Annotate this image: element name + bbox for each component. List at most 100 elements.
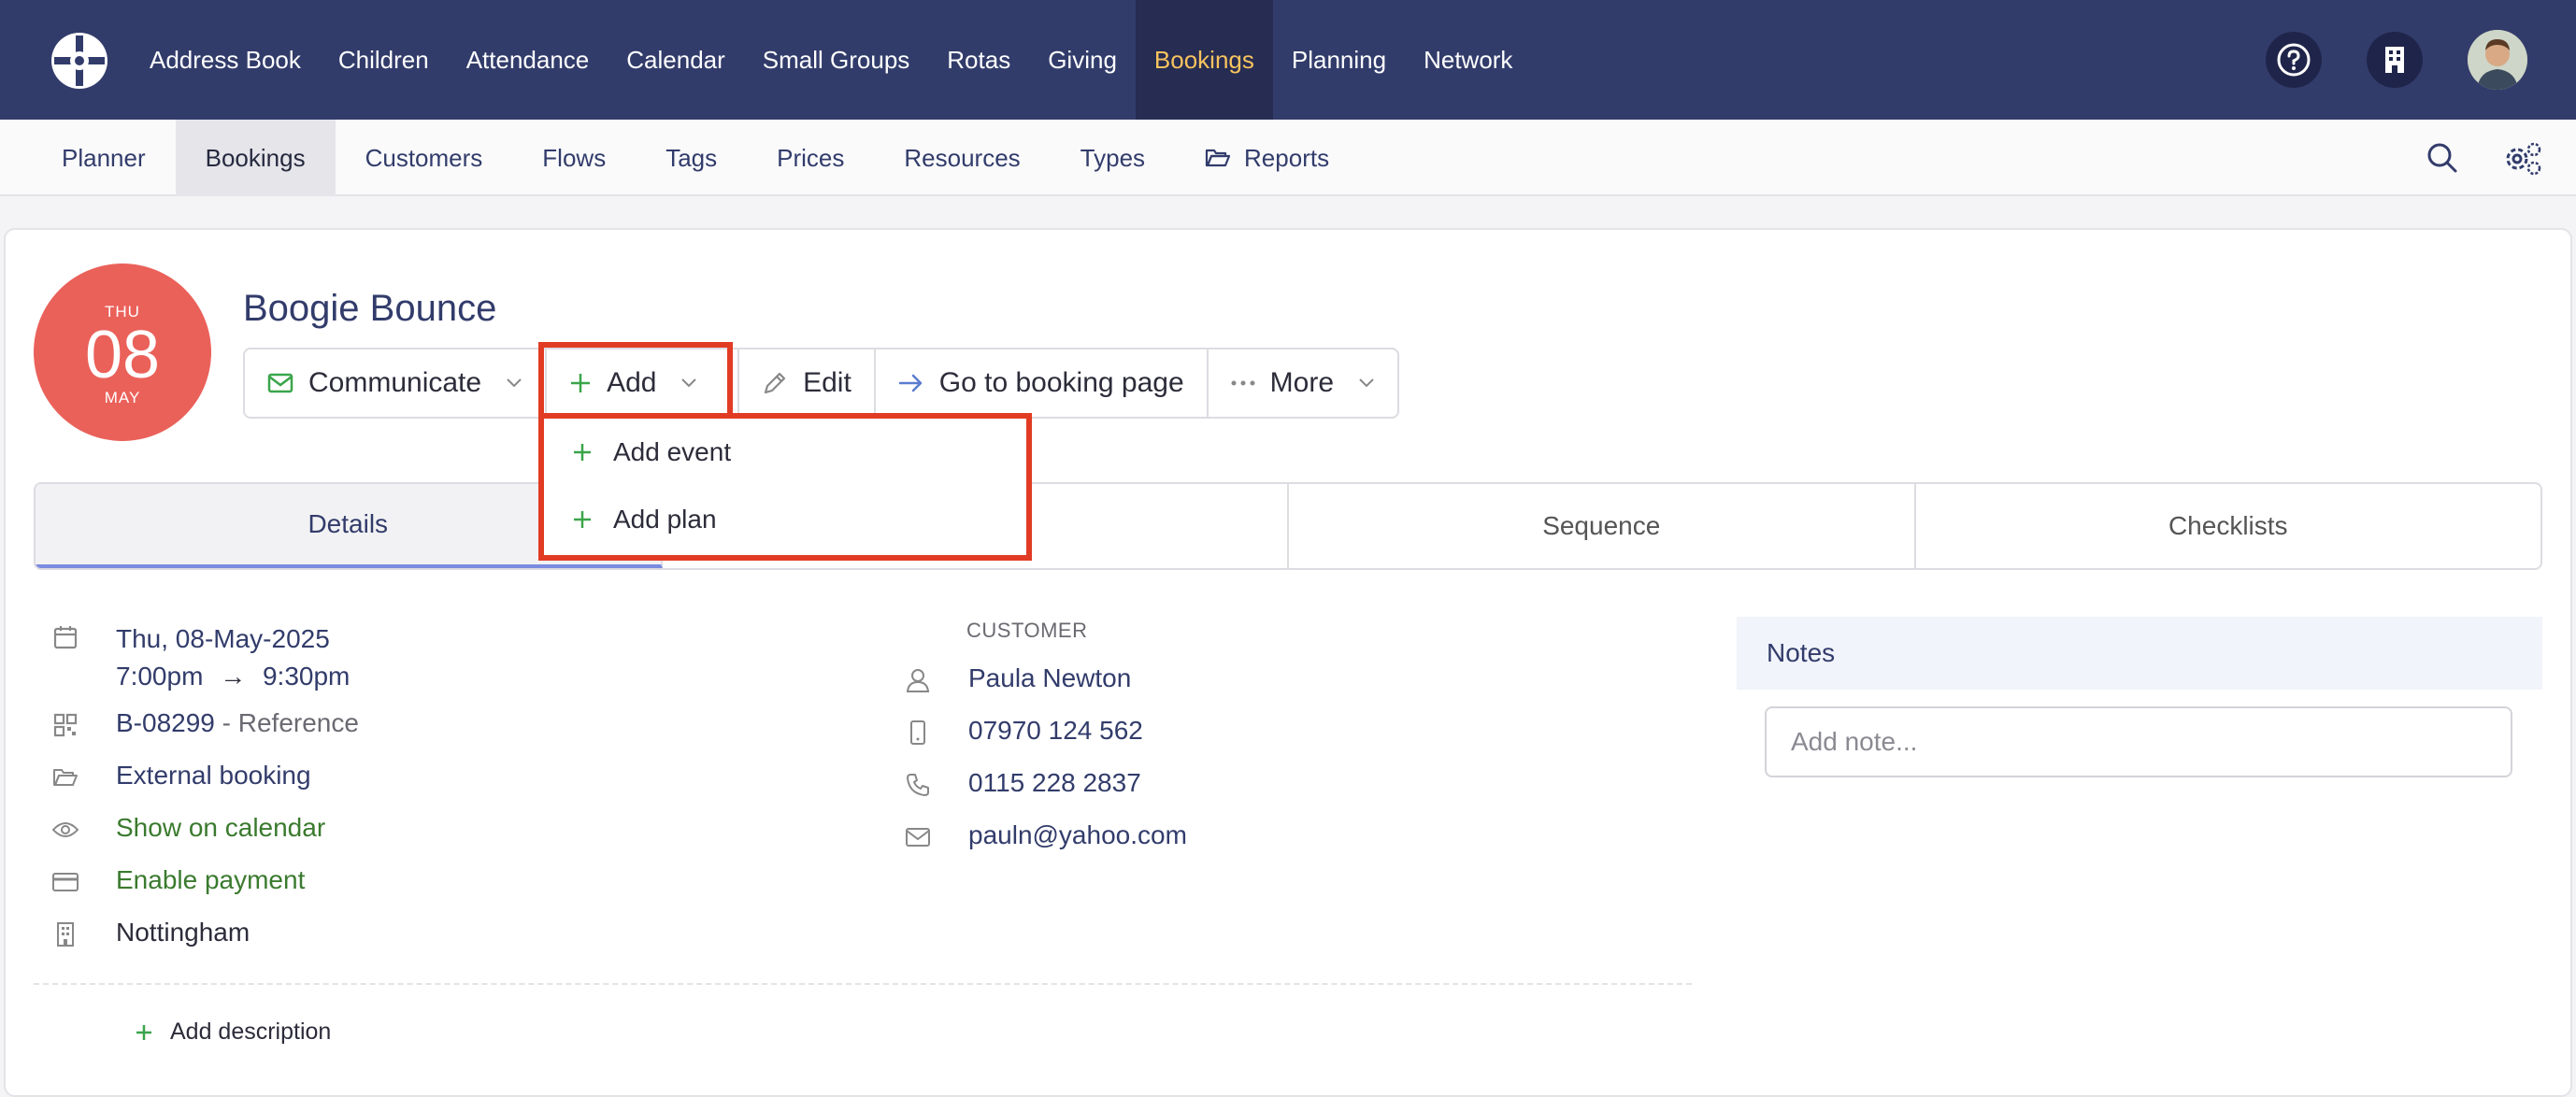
subnav-customers[interactable]: Customers: [336, 120, 513, 196]
nav-network[interactable]: Network: [1405, 0, 1531, 120]
mobile-phone-icon: [899, 716, 937, 749]
nav-giving[interactable]: Giving: [1029, 0, 1136, 120]
more-button[interactable]: More: [1209, 349, 1397, 417]
subnav-reports[interactable]: Reports: [1175, 120, 1359, 196]
enable-payment-toggle[interactable]: Enable payment: [116, 865, 305, 895]
customer-phone-link[interactable]: 0115 228 2837: [968, 768, 1141, 798]
date-badge: THU 08 MAY: [34, 264, 211, 441]
go-to-booking-page-label: Go to booking page: [938, 367, 1184, 398]
detail-start-time: 7:00pm: [116, 662, 204, 691]
credit-card-icon: [47, 865, 84, 899]
notes-heading: Notes: [1737, 617, 2542, 690]
detail-location: Nottingham: [47, 918, 250, 951]
edit-label: Edit: [803, 367, 852, 398]
detail-datetime-text[interactable]: Thu, 08-May-2025 7:00pm → 9:30pm: [116, 620, 350, 695]
detail-time-arrow: →: [220, 662, 247, 691]
tab-checklists[interactable]: Checklists: [1916, 484, 2541, 568]
plus-icon: [574, 511, 591, 528]
menu-item-add-plan-label: Add plan: [613, 505, 717, 534]
detail-reference: B-08299 - Reference: [47, 708, 359, 742]
add-description-label: Add description: [170, 1019, 332, 1045]
building-icon: [2385, 47, 2404, 73]
nav-calendar[interactable]: Calendar: [608, 0, 744, 120]
subnav-tools: [2426, 120, 2542, 196]
show-on-calendar-toggle[interactable]: Show on calendar: [116, 813, 325, 843]
add-button[interactable]: Add: [547, 349, 740, 417]
menu-item-add-event[interactable]: Add event: [544, 419, 1026, 486]
envelope-icon: [267, 373, 293, 393]
subnav-bookings[interactable]: Bookings: [175, 120, 336, 196]
sub-navigation-bar: Planner Bookings Customers Flows Tags Pr…: [0, 120, 2576, 196]
plus-icon: [574, 444, 591, 461]
folder-open-icon: [1205, 149, 1231, 167]
main-nav: Address Book Children Attendance Calenda…: [131, 0, 1531, 120]
date-badge-day: 08: [84, 318, 161, 392]
detail-datetime: Thu, 08-May-2025 7:00pm → 9:30pm: [47, 620, 350, 695]
more-label: More: [1269, 367, 1335, 398]
communicate-button[interactable]: Communicate: [245, 349, 548, 417]
search-icon[interactable]: [2426, 142, 2458, 174]
add-label: Add: [607, 367, 657, 398]
nav-rotas[interactable]: Rotas: [928, 0, 1029, 120]
subnav-planner[interactable]: Planner: [32, 120, 176, 196]
edit-button[interactable]: Edit: [739, 349, 876, 417]
subnav-types[interactable]: Types: [1051, 120, 1175, 196]
ellipsis-icon: [1231, 380, 1255, 386]
nav-attendance[interactable]: Attendance: [448, 0, 608, 120]
nav-children[interactable]: Children: [320, 0, 448, 120]
reference-code: B-08299: [116, 708, 215, 737]
menu-item-add-event-label: Add event: [613, 437, 732, 466]
customer-heading: CUSTOMER: [966, 619, 1088, 642]
customer-phone-row: 0115 228 2837: [899, 768, 1141, 802]
help-icon: [2277, 43, 2311, 77]
pencil-icon: [764, 372, 786, 394]
add-description-button[interactable]: Add description: [135, 1019, 331, 1046]
detail-time-range: 7:00pm → 9:30pm: [116, 658, 350, 695]
customer-mobile-link[interactable]: 07970 124 562: [968, 716, 1143, 746]
tab-sequence[interactable]: Sequence: [1289, 484, 1916, 568]
envelope-icon: [899, 820, 937, 854]
top-navigation-bar: Address Book Children Attendance Calenda…: [0, 0, 2576, 120]
detail-booking-type: External booking: [47, 761, 311, 794]
customer-email-row: pauln@yahoo.com: [899, 820, 1187, 854]
add-note-input[interactable]: [1765, 706, 2512, 777]
booking-action-bar: Communicate Add Edit Go to booking page …: [243, 348, 1400, 419]
subnav-prices[interactable]: Prices: [747, 120, 874, 196]
arrow-right-icon: [898, 374, 923, 392]
settings-gears-icon[interactable]: [2503, 140, 2542, 176]
detail-visibility: Show on calendar: [47, 813, 325, 847]
booking-type-link[interactable]: External booking: [116, 761, 311, 791]
app-logo-icon[interactable]: [49, 30, 110, 92]
user-avatar[interactable]: [2468, 30, 2527, 90]
help-button[interactable]: [2266, 32, 2322, 88]
qr-code-icon: [47, 708, 84, 742]
nav-planning[interactable]: Planning: [1273, 0, 1405, 120]
details-divider: [34, 983, 1692, 985]
detail-date: Thu, 08-May-2025: [116, 624, 330, 653]
top-right-controls: [2266, 0, 2576, 120]
subnav-tags[interactable]: Tags: [636, 120, 747, 196]
phone-icon: [899, 768, 937, 802]
nav-small-groups[interactable]: Small Groups: [744, 0, 929, 120]
nav-bookings[interactable]: Bookings: [1135, 0, 1273, 120]
date-badge-month: MAY: [104, 389, 141, 406]
subnav-flows[interactable]: Flows: [512, 120, 636, 196]
subnav-reports-label: Reports: [1244, 143, 1330, 172]
customer-name-link[interactable]: Paula Newton: [968, 663, 1131, 693]
customer-email-link[interactable]: pauln@yahoo.com: [968, 820, 1187, 850]
customer-mobile-row: 07970 124 562: [899, 716, 1143, 749]
go-to-booking-page-button[interactable]: Go to booking page: [876, 349, 1209, 417]
communicate-label: Communicate: [308, 367, 482, 398]
organisation-button[interactable]: [2367, 32, 2423, 88]
bookings-subnav: Planner Bookings Customers Flows Tags Pr…: [32, 120, 1359, 196]
menu-item-add-plan[interactable]: Add plan: [544, 486, 1026, 553]
subnav-resources[interactable]: Resources: [874, 120, 1050, 196]
detail-reference-text[interactable]: B-08299 - Reference: [116, 708, 359, 738]
location-text: Nottingham: [116, 918, 250, 947]
nav-address-book[interactable]: Address Book: [131, 0, 320, 120]
building-icon: [47, 918, 84, 951]
chevron-down-icon: [681, 378, 697, 388]
folder-open-icon: [47, 761, 84, 794]
customer-name-row: Paula Newton: [899, 663, 1131, 697]
eye-icon: [47, 813, 84, 847]
